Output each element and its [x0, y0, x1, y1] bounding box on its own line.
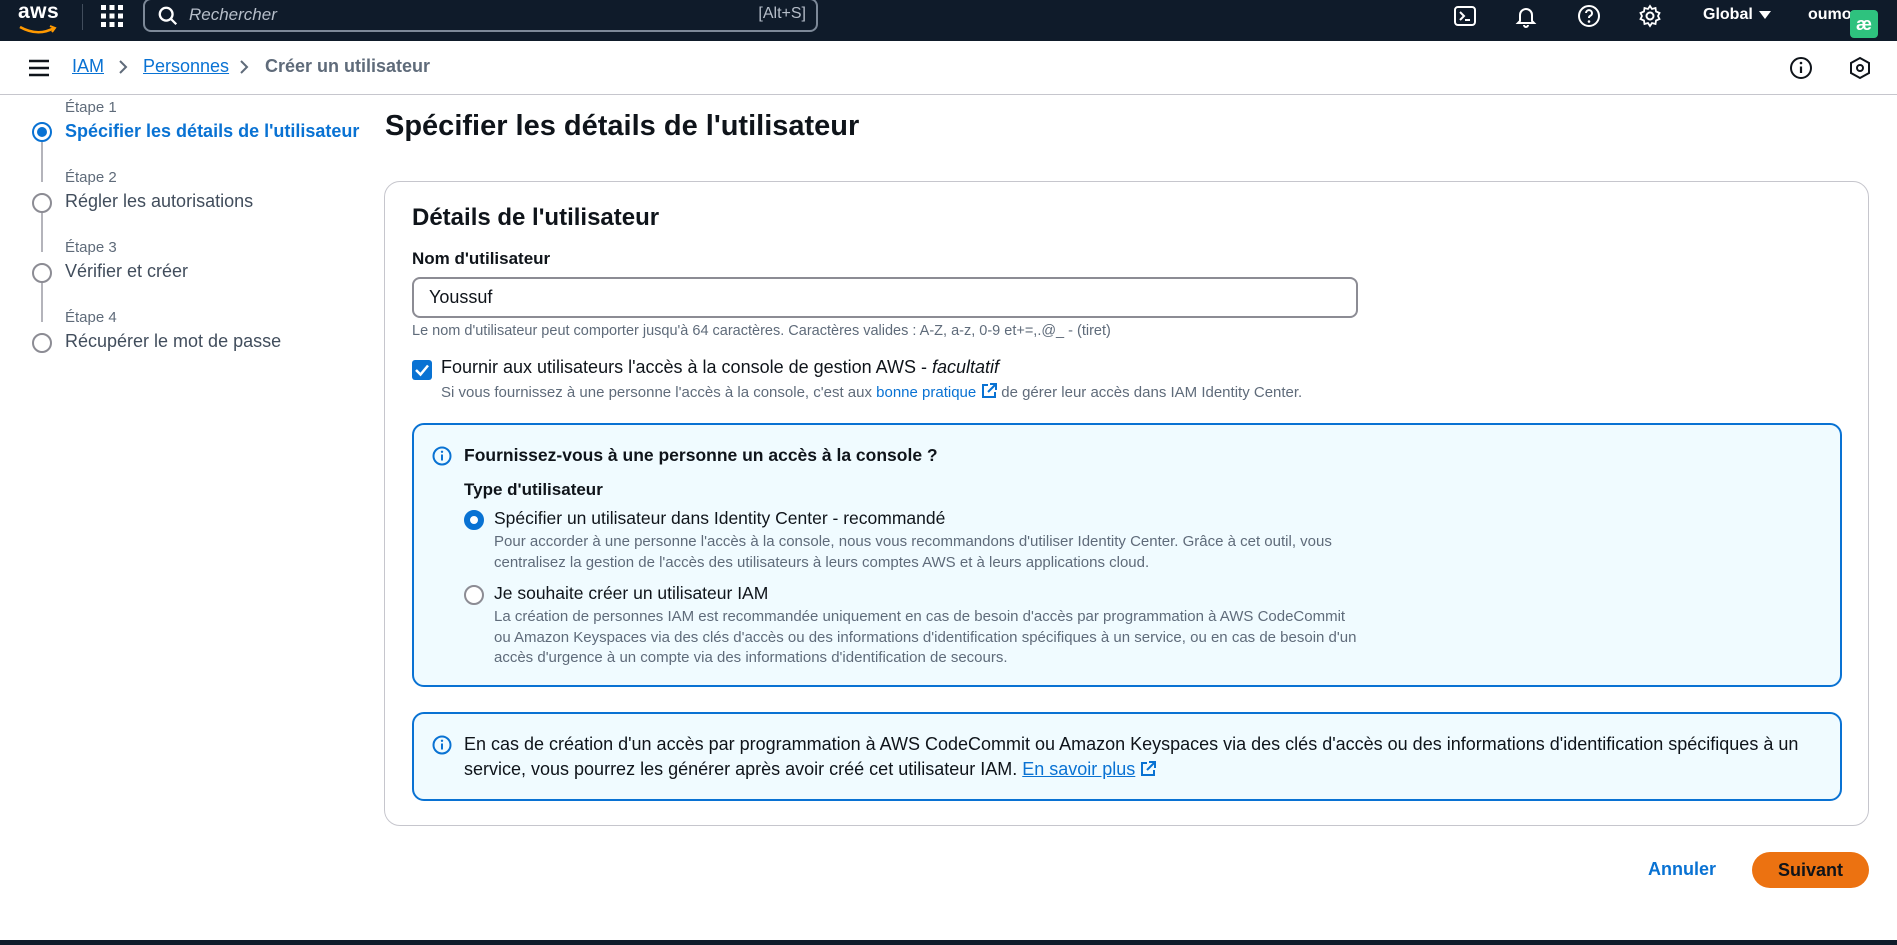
notifications-bell-icon[interactable] — [1514, 4, 1538, 28]
step-connector — [41, 212, 43, 252]
feedback-hexagon-icon[interactable] — [1848, 56, 1872, 80]
programmatic-access-text: En cas de création d'un accès par progra… — [464, 732, 1824, 782]
console-access-label[interactable]: Fournir aux utilisateurs l'accès à la co… — [441, 357, 999, 378]
region-label: Global — [1703, 6, 1753, 23]
cancel-button[interactable]: Annuler — [1645, 852, 1719, 886]
option-identity-center-desc: Pour accorder à une personne l'accès à l… — [494, 533, 1332, 571]
learn-more-link[interactable]: En savoir plus — [1022, 759, 1135, 779]
region-selector[interactable]: Global — [1703, 6, 1771, 24]
step-connector — [41, 142, 43, 182]
next-button[interactable]: Suivant — [1752, 852, 1869, 888]
username-input[interactable] — [412, 277, 1358, 318]
step-1-title[interactable]: Spécifier les détails de l'utilisateur — [65, 121, 359, 142]
console-access-info-box: Fournissez-vous à une personne un accès … — [412, 423, 1842, 687]
info-box-title: Fournissez-vous à une personne un accès … — [464, 445, 938, 465]
radio-iam-user[interactable] — [464, 585, 484, 605]
option-identity-center-label[interactable]: Spécifier un utilisateur dans Identity C… — [494, 508, 945, 529]
optional-tag: facultatif — [932, 357, 1000, 377]
user-type-label: Type d'utilisateur — [464, 480, 603, 499]
aws-logo-text: aws — [18, 0, 60, 23]
info-icon — [432, 446, 452, 466]
account-name: oumo — [1808, 6, 1852, 23]
search-input[interactable]: Rechercher [Alt+S] — [143, 0, 818, 32]
info-icon — [432, 735, 452, 755]
page-title: Spécifier les détails de l'utilisateur — [385, 110, 860, 142]
breadcrumb-iam[interactable]: IAM — [72, 56, 104, 77]
top-navigation-bar: aws Rechercher [Alt+S] Global oumo æ — [0, 0, 1897, 41]
info-panel-icon[interactable] — [1789, 56, 1813, 80]
search-placeholder: Rechercher — [189, 5, 277, 24]
card-title: Détails de l'utilisateur — [412, 204, 660, 231]
console-access-description: Si vous fournissez à une personne l'accè… — [441, 382, 1302, 401]
option-iam-user-desc: La création de personnes IAM est recomma… — [494, 608, 1357, 666]
cloudshell-icon[interactable] — [1453, 4, 1477, 28]
step-2-indicator — [32, 193, 52, 213]
chevron-right-icon — [240, 60, 249, 74]
topbar-divider — [82, 4, 83, 30]
checkmark-icon — [415, 364, 429, 377]
breadcrumb-bar: IAM Personnes Créer un utilisateur — [0, 41, 1897, 95]
help-icon[interactable] — [1577, 4, 1601, 28]
search-icon — [158, 6, 178, 26]
settings-gear-icon[interactable] — [1638, 4, 1662, 28]
step-4-label: Étape 4 — [65, 309, 117, 326]
step-4-title: Récupérer le mot de passe — [65, 331, 282, 351]
radio-identity-center[interactable] — [464, 510, 484, 530]
best-practice-link[interactable]: bonne pratique — [876, 384, 976, 401]
console-desc-after: de gérer leur accès dans IAM Identity Ce… — [1001, 384, 1303, 401]
aws-logo[interactable]: aws — [18, 0, 64, 36]
extension-badge[interactable]: æ — [1850, 10, 1878, 38]
step-3-title: Vérifier et créer — [65, 261, 189, 281]
programmatic-access-info-box: En cas de création d'un accès par progra… — [412, 712, 1842, 801]
console-access-text: Fournir aux utilisateurs l'accès à la co… — [441, 357, 933, 377]
external-link-icon — [1141, 761, 1157, 776]
search-shortcut: [Alt+S] — [758, 5, 806, 22]
services-grid-icon[interactable] — [100, 4, 124, 28]
breadcrumb-personnes[interactable]: Personnes — [143, 56, 229, 77]
account-menu[interactable]: oumo — [1808, 6, 1852, 24]
breadcrumb-current: Créer un utilisateur — [265, 56, 431, 76]
step-2-label: Étape 2 — [65, 169, 117, 186]
console-access-checkbox[interactable] — [412, 360, 432, 380]
username-hint: Le nom d'utilisateur peut comporter jusq… — [412, 323, 1111, 339]
hamburger-menu-icon[interactable] — [27, 57, 51, 79]
step-1-label: Étape 1 — [65, 99, 117, 116]
console-desc-before: Si vous fournissez à une personne l'accè… — [441, 384, 877, 401]
step-connector — [41, 282, 43, 322]
step-1-indicator — [32, 122, 52, 142]
caret-down-icon — [1758, 10, 1771, 19]
step-2-title: Régler les autorisations — [65, 191, 254, 211]
aws-smile-icon — [19, 25, 57, 34]
step-3-label: Étape 3 — [65, 239, 117, 256]
chevron-right-icon — [119, 60, 128, 74]
external-link-icon — [982, 383, 998, 398]
footer-bar — [0, 940, 1897, 945]
username-label: Nom d'utilisateur — [412, 249, 551, 268]
step-3-indicator — [32, 263, 52, 283]
step-4-indicator — [32, 333, 52, 353]
user-details-card: Détails de l'utilisateur Nom d'utilisate… — [384, 181, 1869, 826]
option-iam-user-label[interactable]: Je souhaite créer un utilisateur IAM — [494, 583, 768, 604]
